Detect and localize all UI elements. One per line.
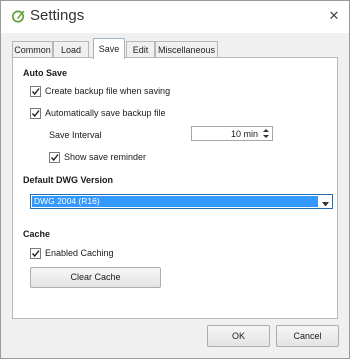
enabled-caching-label: Enabled Caching [45, 248, 114, 258]
settings-dialog: Settings ✕ Common Load Save Edit Miscell… [0, 0, 350, 359]
checkbox-checked-icon [49, 152, 60, 163]
create-backup-label: Create backup file when saving [45, 86, 171, 96]
window-title: Settings [30, 7, 85, 24]
close-icon[interactable]: ✕ [325, 7, 343, 25]
save-tab-panel: Auto Save Create backup file when saving… [12, 57, 338, 319]
checkbox-checked-icon [30, 108, 41, 119]
checkbox-checked-icon [30, 248, 41, 259]
clear-cache-button[interactable]: Clear Cache [30, 267, 161, 288]
settings-pencil-icon [12, 9, 25, 23]
dwg-version-heading: Default DWG Version [23, 175, 114, 185]
tab-common[interactable]: Common [12, 41, 53, 58]
ok-button[interactable]: OK [207, 325, 270, 347]
auto-save-heading: Auto Save [23, 68, 68, 78]
save-interval-value: 10 min [230, 129, 258, 139]
checkbox-checked-icon [30, 86, 41, 97]
save-interval-spinner[interactable]: 10 min [191, 126, 273, 141]
save-interval-label: Save Interval [49, 130, 102, 140]
dwg-version-select[interactable]: DWG 2004 (R16) [30, 194, 333, 209]
tab-edit[interactable]: Edit [126, 41, 155, 58]
tab-miscellaneous[interactable]: Miscellaneous [155, 41, 218, 58]
auto-save-backup-label: Automatically save backup file [45, 108, 166, 118]
tab-load[interactable]: Load [53, 41, 89, 58]
title-bar: Settings ✕ [1, 1, 349, 33]
cache-heading: Cache [23, 229, 51, 239]
show-reminder-label: Show save reminder [64, 152, 147, 162]
tab-save[interactable]: Save [93, 38, 125, 59]
chevron-down-icon[interactable] [322, 199, 329, 207]
cancel-button[interactable]: Cancel [276, 325, 339, 347]
dwg-version-selected: DWG 2004 (R16) [32, 196, 318, 207]
spinner-arrows-icon[interactable] [262, 128, 270, 139]
